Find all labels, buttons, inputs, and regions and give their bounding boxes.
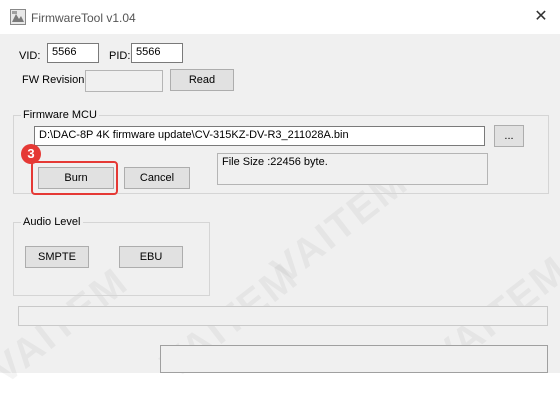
browse-button[interactable]: ... — [494, 125, 524, 147]
pid-input[interactable]: 5566 — [131, 43, 183, 63]
audio-level-group-title: Audio Level — [21, 216, 83, 228]
fw-revision-field — [85, 70, 163, 92]
vid-input[interactable]: 5566 — [47, 43, 99, 63]
vid-label: VID: — [19, 50, 41, 62]
status-bar — [160, 345, 548, 373]
cancel-button[interactable]: Cancel — [124, 167, 190, 189]
step-number-badge: 3 — [21, 144, 41, 164]
window-title: FirmwareTool v1.04 — [31, 11, 136, 25]
file-size-display: File Size :22456 byte. — [217, 153, 488, 185]
read-button-label: Read — [188, 74, 216, 86]
pid-label: PID: — [109, 50, 131, 62]
title-bar: FirmwareTool v1.04 ✕ — [0, 0, 560, 34]
main-window: VAITEM VAITEM VAITEM VAITEM VID: 5566 PI… — [0, 34, 560, 393]
ebu-button-label: EBU — [139, 251, 163, 263]
burn-highlight-box — [31, 161, 118, 195]
cancel-button-label: Cancel — [139, 172, 175, 184]
close-button[interactable]: ✕ — [527, 4, 555, 30]
firmware-mcu-group-title: Firmware MCU — [21, 109, 99, 121]
read-button[interactable]: Read — [170, 69, 234, 91]
close-icon: ✕ — [534, 8, 548, 25]
app-icon — [10, 9, 26, 25]
browse-button-label: ... — [504, 130, 514, 142]
smpte-button-label: SMPTE — [38, 251, 76, 263]
smpte-button[interactable]: SMPTE — [25, 246, 89, 268]
progress-bar — [18, 306, 548, 326]
firmware-path-input[interactable]: D:\DAC-8P 4K firmware update\CV-315KZ-DV… — [34, 126, 485, 146]
fw-revision-label: FW Revision: — [22, 74, 88, 86]
ebu-button[interactable]: EBU — [119, 246, 183, 268]
